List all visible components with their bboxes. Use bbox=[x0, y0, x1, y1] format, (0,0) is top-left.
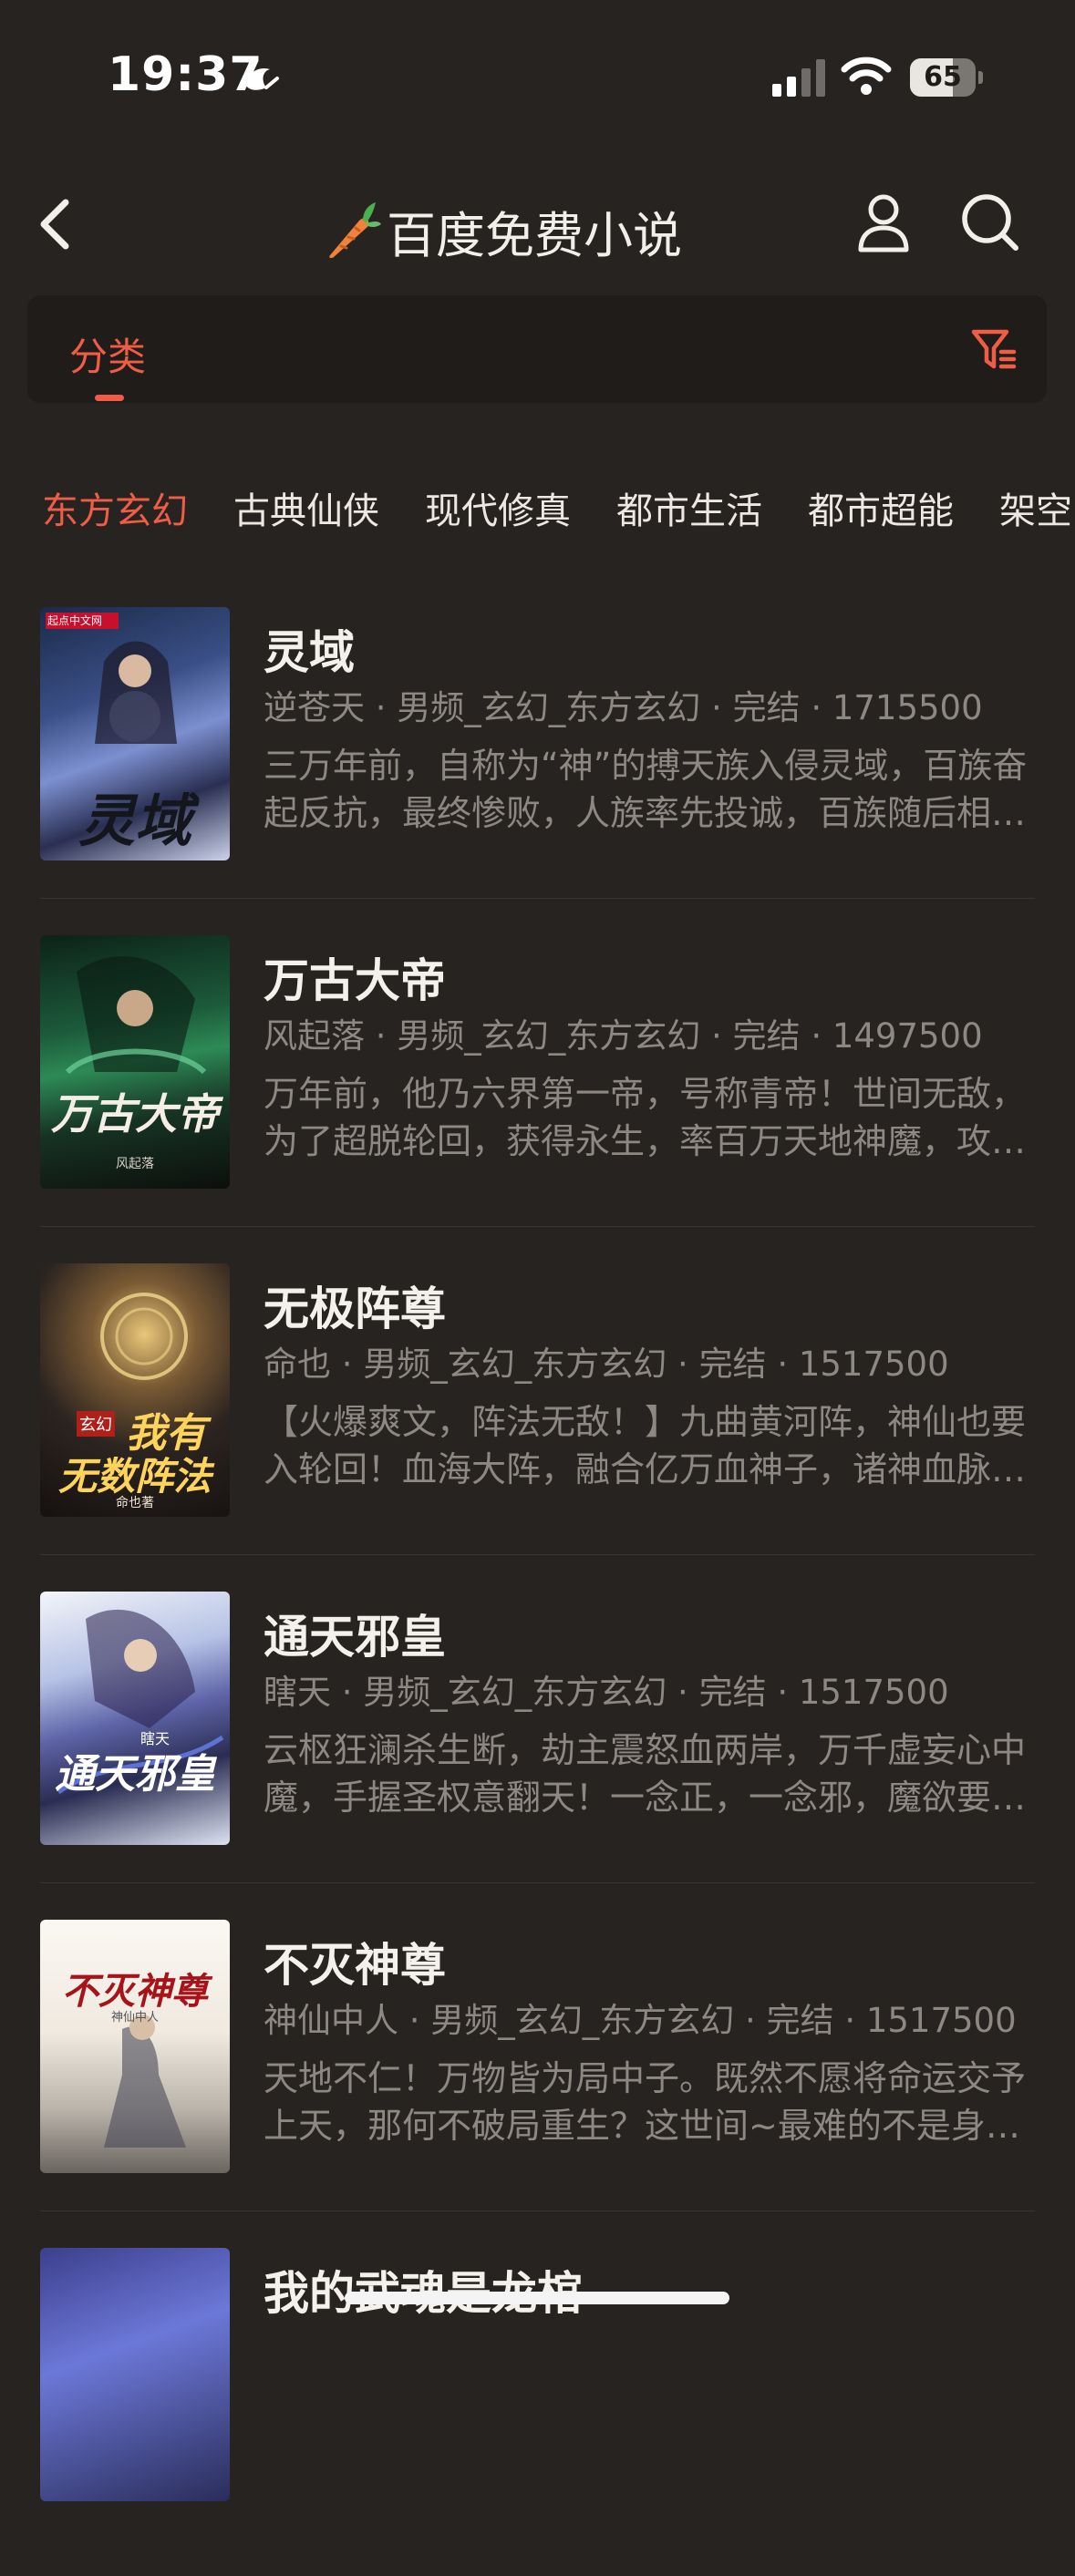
book-title[interactable]: 灵域 bbox=[264, 616, 355, 682]
divider bbox=[40, 898, 1035, 899]
book-description: 天地不仁！万物皆为局中子。既然不愿将命运交予 上天，那何不破局重生？这世间~最难… bbox=[264, 2055, 1066, 2149]
divider bbox=[40, 2210, 1035, 2211]
book-item[interactable]: 通天邪皇 瞎天 通天邪皇 瞎天 · 男频_玄幻_东方玄幻 · 完结 · 1517… bbox=[40, 1592, 1035, 1920]
book-title[interactable]: 通天邪皇 bbox=[264, 1601, 446, 1666]
book-item[interactable]: 起点中文网 灵域 灵域 逆苍天 · 男频_玄幻_东方玄幻 · 完结 · 1715… bbox=[40, 607, 1035, 935]
tab-category[interactable]: 分类 bbox=[69, 326, 146, 382]
back-arrow-icon[interactable] bbox=[33, 195, 78, 253]
category-gudian-xianxia[interactable]: 古典仙侠 bbox=[233, 481, 379, 534]
book-description-line: 万年前，他乃六界第一帝，号称青帝！世间无敌， bbox=[264, 1074, 1027, 1114]
nav-title: 百度免费小说 bbox=[387, 207, 682, 264]
book-description-line: 魔，手握圣权意翻天！一念正，一念邪，魔欲要… bbox=[264, 1777, 1027, 1818]
cover-title: 通天邪皇 bbox=[55, 1751, 215, 1798]
battery-indicator: 65 bbox=[910, 58, 985, 98]
book-meta: 风起落 · 男频_玄幻_东方玄幻 · 完结 · 1497500 bbox=[264, 1016, 983, 1056]
book-title[interactable]: 万古大帝 bbox=[264, 944, 446, 1010]
tab-active-indicator bbox=[95, 395, 124, 401]
category-xiandai-xiuzhen[interactable]: 现代修真 bbox=[425, 481, 571, 534]
book-cover[interactable] bbox=[40, 2248, 230, 2501]
book-meta: 瞎天 · 男频_玄幻_东方玄幻 · 完结 · 1517500 bbox=[264, 1673, 949, 1712]
navigation-bar: 百度免费小说 bbox=[0, 173, 1075, 273]
book-description-line: 云枢狂澜杀生断，劫主震怒血两岸，万千虚妄心中 bbox=[264, 1730, 1027, 1770]
filter-icon[interactable] bbox=[970, 326, 1018, 374]
book-cover[interactable]: 不灭神尊 神仙中人 bbox=[40, 1920, 230, 2173]
user-profile-icon[interactable] bbox=[855, 191, 912, 253]
book-item[interactable]: 玄幻 我有 无数阵法 命也著 无极阵尊 命也 · 男频_玄幻_东方玄幻 · 完结… bbox=[40, 1263, 1035, 1592]
category-jiakong[interactable]: 架空 bbox=[999, 481, 1072, 534]
book-description-line: 上天，那何不破局重生？这世间~最难的不是身… bbox=[264, 2106, 1020, 2146]
book-description-line: 为了超脱轮回，获得永生，率百万天地神魔，攻… bbox=[264, 1121, 1027, 1161]
book-description: 三万年前，自称为“神”的搏天族入侵灵域，百族奋 起反抗，最终惨败，人族率先投诚，… bbox=[264, 742, 1066, 837]
focus-moon-icon bbox=[246, 67, 279, 90]
book-item[interactable]: 不灭神尊 神仙中人 不灭神尊 神仙中人 · 男频_玄幻_东方玄幻 · 完结 · … bbox=[40, 1920, 1035, 2248]
cover-badge: 起点中文网 bbox=[47, 614, 103, 627]
cover-title: 万古大帝 bbox=[51, 1089, 219, 1139]
book-title[interactable]: 无极阵尊 bbox=[264, 1273, 446, 1338]
battery-level: 65 bbox=[924, 61, 962, 93]
cover-author: 风起落 bbox=[116, 1157, 154, 1171]
tab-bar: 分类 bbox=[27, 295, 1047, 403]
book-cover[interactable]: 万古大帝 风起落 bbox=[40, 935, 230, 1189]
book-cover[interactable]: 起点中文网 灵域 bbox=[40, 607, 230, 860]
wifi-icon bbox=[841, 57, 892, 95]
book-cover[interactable]: 通天邪皇 瞎天 bbox=[40, 1592, 230, 1845]
category-scroller[interactable]: 东方玄幻 古典仙侠 现代修真 都市生活 都市超能 架空 bbox=[0, 470, 1075, 543]
search-icon[interactable] bbox=[959, 191, 1021, 253]
divider bbox=[40, 1882, 1035, 1883]
book-description: 万年前，他乃六界第一帝，号称青帝！世间无敌， 为了超脱轮回，获得永生，率百万天地… bbox=[264, 1070, 1066, 1165]
cover-author: 瞎天 bbox=[140, 1730, 171, 1747]
carrot-logo-icon bbox=[329, 202, 381, 259]
book-description-line: 天地不仁！万物皆为局中子。既然不愿将命运交予 bbox=[264, 2058, 1027, 2098]
divider bbox=[40, 1554, 1035, 1555]
cover-author: 命也著 bbox=[116, 1496, 154, 1510]
category-dongfang-xuanhuan[interactable]: 东方玄幻 bbox=[42, 481, 188, 534]
book-description-line: 起反抗，最终惨败，人族率先投诚，百族随后相… bbox=[264, 793, 1027, 833]
status-bar: 19:37 65 bbox=[0, 0, 1075, 155]
book-meta: 神仙中人 · 男频_玄幻_东方玄幻 · 完结 · 1517500 bbox=[264, 2001, 1017, 2040]
book-description: 云枢狂澜杀生断，劫主震怒血两岸，万千虚妄心中 魔，手握圣权意翻天！一念正，一念邪… bbox=[264, 1726, 1066, 1821]
book-cover[interactable]: 玄幻 我有 无数阵法 命也著 bbox=[40, 1263, 230, 1517]
divider bbox=[40, 1226, 1035, 1227]
book-title[interactable]: 不灭神尊 bbox=[264, 1929, 446, 1994]
home-indicator[interactable] bbox=[345, 2292, 729, 2304]
book-title[interactable]: 我的武魂是龙棺 bbox=[264, 2257, 583, 2323]
category-dushi-shenghuo[interactable]: 都市生活 bbox=[616, 481, 762, 534]
book-description-line: 入轮回！血海大阵，融合亿万血神子，诸神血脉… bbox=[264, 1449, 1027, 1489]
book-description-line: 三万年前，自称为“神”的搏天族入侵灵域，百族奋 bbox=[264, 746, 1028, 786]
cover-author: 神仙中人 bbox=[110, 2011, 159, 2025]
cellular-signal-icon bbox=[772, 59, 825, 97]
book-meta: 逆苍天 · 男频_玄幻_东方玄幻 · 完结 · 1715500 bbox=[264, 688, 983, 727]
book-description: 【火爆爽文，阵法无敌！】九曲黄河阵，神仙也要 入轮回！血海大阵，融合亿万血神子，… bbox=[264, 1398, 1066, 1493]
category-dushi-chaoneng[interactable]: 都市超能 bbox=[808, 481, 954, 534]
cover-title: 灵域 bbox=[78, 788, 191, 854]
app-title: 百度免费小说 bbox=[319, 186, 702, 264]
book-item[interactable]: 万古大帝 风起落 万古大帝 风起落 · 男频_玄幻_东方玄幻 · 完结 · 14… bbox=[40, 935, 1035, 1263]
book-description-line: 【火爆爽文，阵法无敌！】九曲黄河阵，神仙也要 bbox=[264, 1402, 1027, 1442]
book-meta: 命也 · 男频_玄幻_东方玄幻 · 完结 · 1517500 bbox=[264, 1345, 949, 1384]
